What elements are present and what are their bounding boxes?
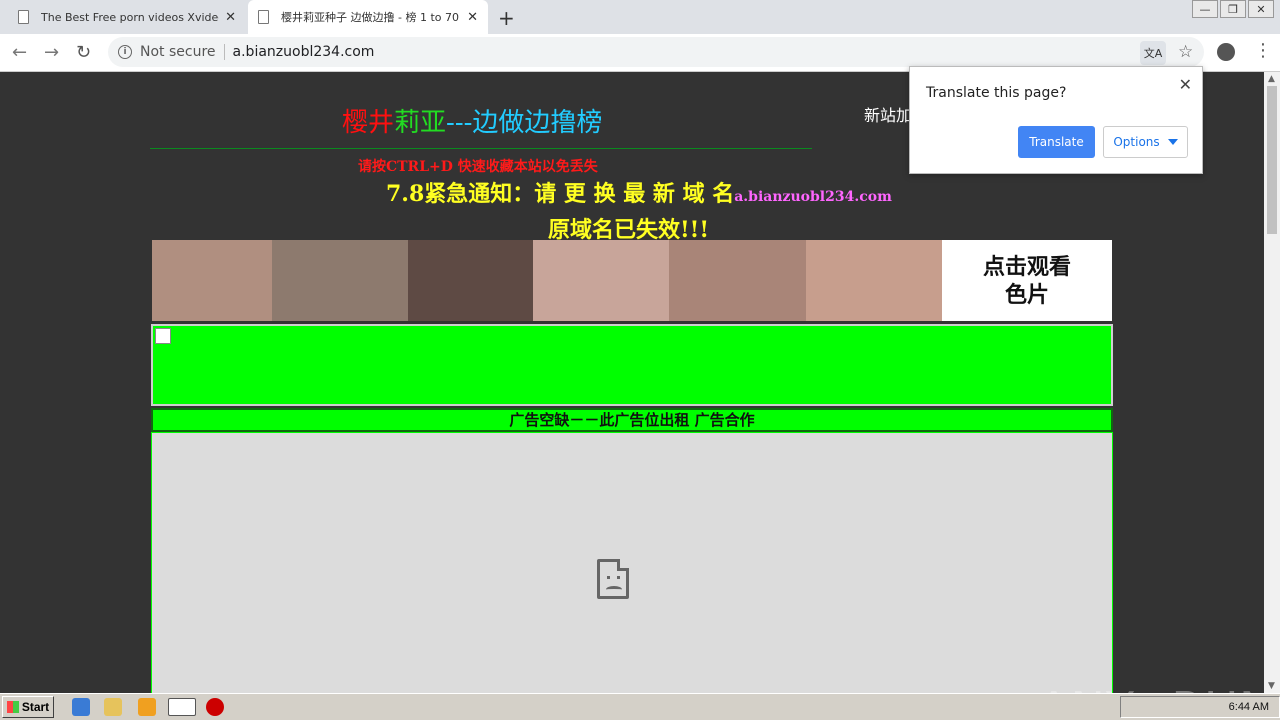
bookmark-hint: 请按CTRL+D 快速收藏本站以免丢失 xyxy=(358,159,598,175)
chrome-taskbar-button[interactable] xyxy=(168,698,196,716)
thumbnail-image[interactable] xyxy=(272,240,408,321)
close-window-icon[interactable]: ✕ xyxy=(1248,0,1274,18)
thumbnail-image[interactable] xyxy=(152,240,272,321)
translate-button[interactable]: Translate xyxy=(1018,126,1095,158)
cta-line: 色片 xyxy=(1004,281,1049,308)
options-label: Options xyxy=(1113,135,1160,149)
scroll-up-icon[interactable]: ▲ xyxy=(1268,74,1275,84)
title-part: ---边做边撸榜 xyxy=(446,108,603,138)
translate-popup: Translate this page? ✕ Translate Options xyxy=(909,66,1203,174)
start-button[interactable]: Start xyxy=(2,696,54,718)
bookmark-star-icon[interactable]: ☆ xyxy=(1178,42,1193,62)
options-button[interactable]: Options xyxy=(1103,126,1188,158)
divider xyxy=(223,44,225,60)
opera-icon[interactable] xyxy=(206,698,224,716)
minimize-icon[interactable]: — xyxy=(1192,0,1218,18)
broken-image-icon xyxy=(155,328,171,344)
start-label: Start xyxy=(21,700,50,714)
page-icon xyxy=(18,10,29,24)
back-icon[interactable]: ← xyxy=(12,42,27,63)
thumbnail-banner[interactable]: 点击观看 色片 xyxy=(152,240,1112,321)
tab-strip: The Best Free porn videos Xvideos ✕ 樱井莉亚… xyxy=(0,0,1280,34)
translate-question: Translate this page? xyxy=(926,85,1067,101)
browser-chrome: The Best Free porn videos Xvideos ✕ 樱井莉亚… xyxy=(0,0,1280,72)
window-controls: — ❐ ✕ xyxy=(1190,0,1274,18)
tab-title: The Best Free porn videos Xvideos xyxy=(41,10,220,24)
close-icon[interactable]: ✕ xyxy=(1179,75,1192,94)
reload-icon[interactable]: ↻ xyxy=(76,42,91,63)
watch-cta[interactable]: 点击观看 色片 xyxy=(942,240,1112,321)
page-icon xyxy=(258,10,269,24)
close-icon[interactable]: ✕ xyxy=(467,10,478,25)
watermark-logo: ANY▷RUN xyxy=(1038,682,1264,693)
info-icon[interactable]: i xyxy=(118,45,132,59)
system-tray: 6:44 AM xyxy=(1120,696,1280,718)
scroll-thumb[interactable] xyxy=(1267,86,1277,234)
forward-icon[interactable]: → xyxy=(44,42,59,63)
url-text: a.bianzuobl234.com xyxy=(232,44,375,60)
media-player-icon[interactable] xyxy=(138,698,156,716)
tab-current[interactable]: 樱井莉亚种子 边做边撸 - 榜 1 to 70 ✕ xyxy=(248,0,488,34)
cta-line: 点击观看 xyxy=(982,253,1071,280)
kebab-menu-icon[interactable]: ⋮ xyxy=(1254,40,1272,61)
sad-page-icon xyxy=(597,559,629,599)
thumbnail-image[interactable] xyxy=(408,240,533,321)
new-tab-button[interactable]: + xyxy=(498,6,515,30)
domain-notice: 7.8紧急通知：请 更 换 最 新 域 名a.bianzuobl234.com xyxy=(386,176,892,208)
address-bar[interactable]: i Not secure a.bianzuobl234.com xyxy=(108,37,1204,67)
divider xyxy=(150,148,812,149)
new-site-text[interactable]: 新站加 xyxy=(864,102,912,126)
chevron-down-icon xyxy=(1167,139,1178,145)
notice-domain[interactable]: a.bianzuobl234.com xyxy=(734,189,892,205)
title-part: 樱井 xyxy=(342,108,395,138)
notice-text: 7.8紧急通知：请 更 换 最 新 域 名 xyxy=(386,181,735,207)
security-label: Not secure xyxy=(140,44,216,60)
tab-xvideos[interactable]: The Best Free porn videos Xvideos ✕ xyxy=(8,0,246,34)
tab-title: 樱井莉亚种子 边做边撸 - 榜 1 to 70 xyxy=(281,11,459,24)
folder-icon[interactable] xyxy=(104,698,122,716)
restore-icon[interactable]: ❐ xyxy=(1220,0,1246,18)
windows-logo-icon xyxy=(6,701,19,713)
taskbar: Start 6:44 AM xyxy=(0,693,1280,720)
close-icon[interactable]: ✕ xyxy=(225,10,236,25)
ad-banner[interactable] xyxy=(151,324,1113,406)
account-icon[interactable] xyxy=(1217,43,1235,61)
scroll-down-icon[interactable]: ▼ xyxy=(1268,681,1275,691)
thumbnail-image[interactable] xyxy=(806,240,942,321)
translate-icon[interactable]: 文A xyxy=(1140,41,1166,65)
thumbnail-image[interactable] xyxy=(669,240,806,321)
failed-frame xyxy=(151,432,1113,693)
site-title: 樱井莉亚---边做边撸榜 xyxy=(342,102,602,139)
scrollbar[interactable]: ▲ ▼ xyxy=(1264,72,1280,693)
title-part: 莉亚 xyxy=(394,108,447,138)
ad-vacancy-bar[interactable]: 广告空缺－－此广告位出租 广告合作 xyxy=(151,408,1113,432)
clock: 6:44 AM xyxy=(1228,701,1269,713)
ie-icon[interactable] xyxy=(72,698,90,716)
thumbnail-image[interactable] xyxy=(533,240,669,321)
